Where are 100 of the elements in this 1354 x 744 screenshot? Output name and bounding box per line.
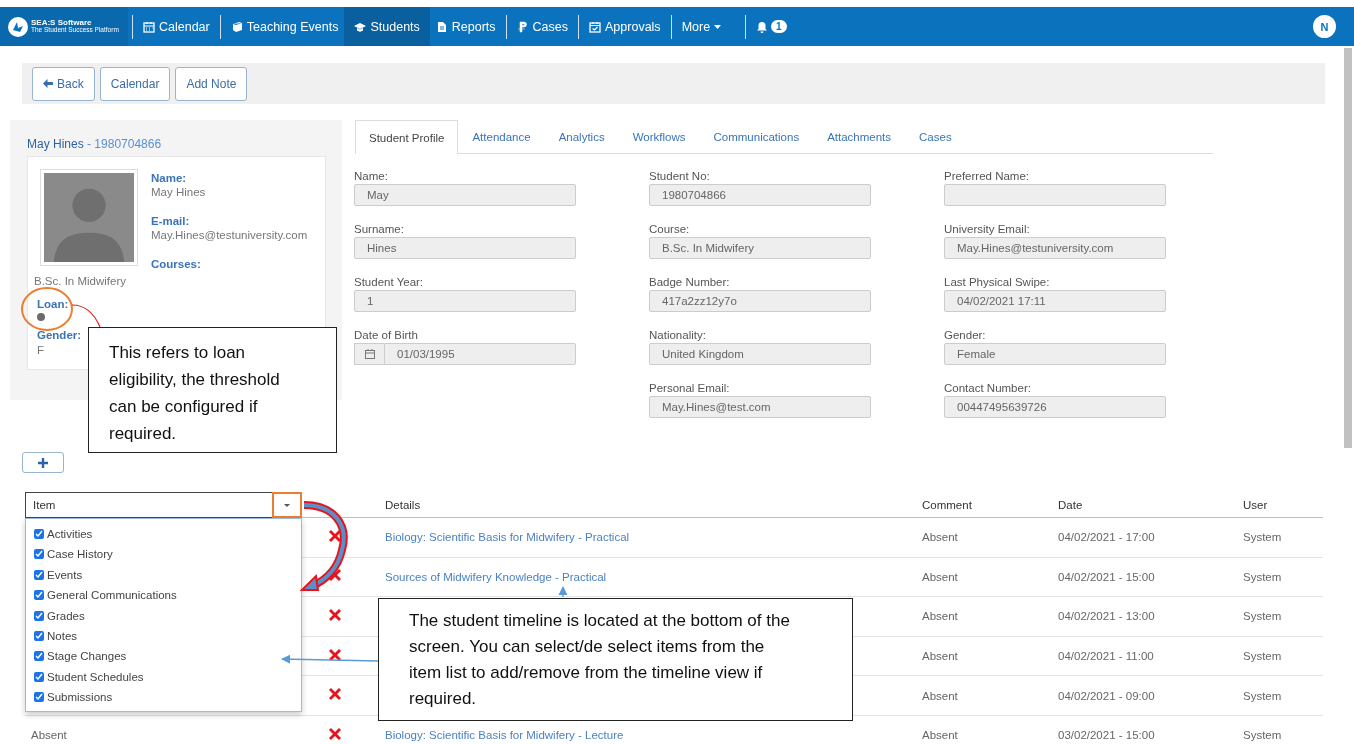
student-name-link[interactable]: May Hines bbox=[27, 137, 84, 151]
cross-icon bbox=[328, 528, 342, 543]
nav-item[interactable]: Approvals bbox=[583, 7, 667, 46]
field-label: Name: bbox=[151, 172, 188, 184]
table-cell: Absent bbox=[922, 570, 958, 583]
text-field[interactable] bbox=[944, 184, 1166, 206]
field-label: Nationality: bbox=[649, 329, 707, 341]
tab[interactable]: Attachments bbox=[813, 120, 906, 153]
text-field[interactable]: 1 bbox=[354, 290, 576, 312]
tab[interactable]: Analytics bbox=[544, 120, 619, 153]
checkbox[interactable] bbox=[34, 569, 44, 580]
text-field[interactable]: May.Hines@test.com bbox=[649, 396, 871, 418]
table-cell: 04/02/2021 - 17:00 bbox=[1058, 531, 1155, 544]
cross-icon bbox=[328, 608, 342, 622]
text-field[interactable]: May.Hines@testuniversity.com bbox=[944, 237, 1166, 259]
tab[interactable]: Communications bbox=[699, 120, 814, 153]
nav-item[interactable]: Cases bbox=[510, 7, 575, 46]
filter-option[interactable]: General Communications bbox=[34, 587, 301, 604]
column-header: User bbox=[1243, 499, 1268, 511]
nav-item[interactable]: Reports bbox=[429, 7, 502, 46]
nav-item[interactable]: Calendar bbox=[137, 7, 216, 46]
text-field[interactable]: 04/02/2021 17:11 bbox=[944, 290, 1166, 312]
table-cell: System bbox=[1243, 729, 1282, 742]
filter-option[interactable]: Student Schedules bbox=[34, 668, 301, 685]
text-field[interactable]: 1980704866 bbox=[649, 184, 871, 206]
table-cell: Absent bbox=[922, 610, 958, 623]
filter-option[interactable]: Grades bbox=[34, 607, 301, 624]
table-cell-text: Absent bbox=[30, 729, 67, 742]
table-cell: 04/02/2021 - 09:00 bbox=[1058, 689, 1155, 702]
checkbox[interactable] bbox=[34, 630, 44, 641]
field-label: Course: bbox=[649, 223, 691, 235]
toolbar-button[interactable]: Add Note bbox=[175, 66, 248, 101]
checkbox[interactable] bbox=[34, 692, 44, 703]
text-field[interactable]: 417a2zz12y7o bbox=[649, 290, 871, 312]
cross-icon bbox=[328, 647, 342, 662]
filter-option[interactable]: Stage Changes bbox=[34, 648, 301, 665]
plus-icon bbox=[38, 457, 48, 468]
checkbox[interactable] bbox=[34, 529, 44, 539]
nav-item[interactable]: More bbox=[675, 7, 728, 46]
field-label: Surname: bbox=[354, 223, 405, 235]
text-field[interactable]: 00447495639726 bbox=[944, 396, 1166, 418]
toolbar-button[interactable]: Back bbox=[32, 66, 95, 101]
bell-icon bbox=[756, 20, 769, 33]
checkbox[interactable] bbox=[34, 671, 44, 682]
tab[interactable]: Workflows bbox=[618, 120, 700, 153]
tab[interactable]: Cases bbox=[905, 120, 966, 153]
event-link[interactable]: Biology: Scientific Basis for Midwifery - Lecture bbox=[385, 729, 624, 742]
checkbox[interactable] bbox=[34, 610, 44, 621]
text-field[interactable]: Hines bbox=[354, 237, 576, 259]
table-cell: System bbox=[1243, 650, 1282, 663]
table-cell: System bbox=[1243, 531, 1282, 544]
caret-icon bbox=[284, 503, 290, 507]
table-cell: 03/02/2021 - 15:00 bbox=[1058, 729, 1155, 742]
student-number: - 1980704866 bbox=[87, 137, 162, 151]
toolbar-button[interactable]: Calendar bbox=[99, 66, 171, 101]
tab[interactable]: Attendance bbox=[458, 120, 545, 153]
checkbox[interactable] bbox=[34, 590, 44, 601]
text-field[interactable]: May bbox=[354, 184, 576, 206]
field-label: Date of Birth bbox=[354, 329, 419, 341]
field-label: Student No: bbox=[649, 170, 711, 182]
field-label: Name: bbox=[354, 170, 389, 182]
nav-item[interactable]: Teaching Events bbox=[224, 7, 345, 46]
text-field[interactable]: B.Sc. In Midwifery bbox=[649, 237, 871, 259]
checkbox[interactable] bbox=[34, 651, 44, 662]
field-label: Loan: bbox=[37, 298, 69, 310]
event-link[interactable]: Sources of Midwifery Knowledge - Practical bbox=[385, 570, 607, 583]
course-value: B.Sc. In Midwifery bbox=[34, 275, 127, 287]
item-filter-dropdown[interactable]: Item bbox=[25, 492, 302, 518]
text-field[interactable]: Female bbox=[944, 343, 1166, 365]
letter-p-icon bbox=[516, 20, 529, 33]
field-label: Badge Number: bbox=[649, 276, 731, 288]
user-avatar[interactable]: N bbox=[1313, 15, 1336, 38]
table-cell: Absent bbox=[922, 689, 958, 702]
filter-option[interactable]: Events bbox=[34, 566, 301, 583]
field-label: E-mail: bbox=[151, 215, 191, 227]
field-label: Courses: bbox=[151, 258, 202, 270]
tab[interactable]: Student Profile bbox=[355, 120, 459, 154]
cross-icon bbox=[328, 687, 342, 702]
cross-icon bbox=[328, 726, 342, 741]
column-header: Details bbox=[385, 499, 421, 511]
filter-option[interactable]: Activities bbox=[34, 526, 301, 542]
filter-option[interactable]: Case History bbox=[34, 546, 301, 563]
field-label: Preferred Name: bbox=[944, 170, 1030, 182]
table-cell: 04/02/2021 - 11:00 bbox=[1058, 650, 1154, 663]
graduation-cap-icon bbox=[354, 20, 367, 33]
table-cell: System bbox=[1243, 689, 1282, 702]
filter-option[interactable]: Submissions bbox=[34, 689, 301, 706]
text-field[interactable]: United Kingdom bbox=[649, 343, 871, 365]
filter-option[interactable]: Notes bbox=[34, 627, 301, 644]
field-value: May.Hines@testuniversity.com bbox=[151, 229, 308, 241]
table-cell: Absent bbox=[922, 650, 958, 663]
field-label: Last Physical Swipe: bbox=[944, 276, 1051, 288]
field-label: Personal Email: bbox=[649, 382, 731, 394]
checkbox[interactable] bbox=[34, 549, 44, 560]
nav-item[interactable]: Students bbox=[344, 7, 430, 46]
table-cell: Absent bbox=[922, 531, 958, 544]
event-link[interactable]: Biology: Scientific Basis for Midwifery - Practical bbox=[385, 531, 630, 544]
calendar-icon bbox=[364, 349, 375, 359]
scrollbar[interactable] bbox=[1344, 48, 1352, 448]
add-button[interactable] bbox=[22, 452, 64, 473]
